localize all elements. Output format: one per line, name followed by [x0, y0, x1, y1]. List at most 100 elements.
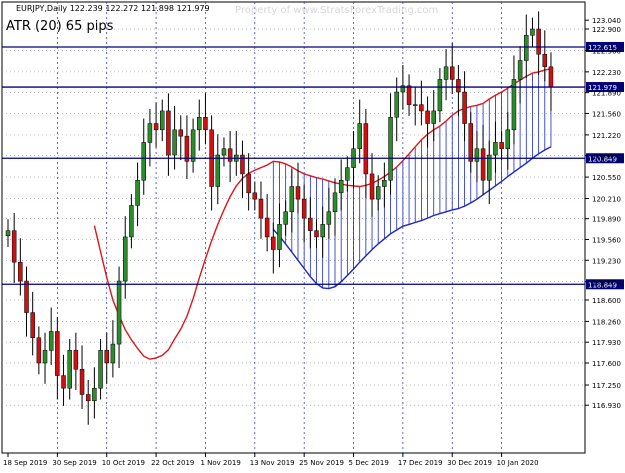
candle-body — [536, 28, 541, 55]
candle-body — [412, 104, 418, 106]
y-tick-label: 122.230 — [592, 69, 621, 77]
candle-body — [369, 173, 375, 200]
candle-body — [277, 224, 282, 250]
candle-body — [5, 230, 11, 236]
y-tick-label: 119.560 — [592, 236, 621, 244]
candle-body — [104, 350, 109, 364]
candle-body — [73, 350, 79, 370]
candle-body — [419, 104, 424, 112]
y-tick-label: 122.560 — [592, 47, 621, 55]
candle-body — [295, 186, 301, 200]
candle-body — [42, 350, 48, 364]
candle-body — [388, 116, 393, 181]
y-tick-label: 120.550 — [592, 174, 621, 182]
candle-body — [18, 261, 23, 282]
y-tick-label: 120.210 — [592, 196, 621, 204]
y-tick-label: 120.890 — [592, 153, 621, 161]
candle-body — [135, 179, 140, 206]
candle-body — [197, 116, 202, 131]
candle-body — [36, 337, 42, 364]
x-tick-label: 30 Dec 2019 — [447, 459, 492, 467]
x-tick-label: 22 Oct 2019 — [151, 459, 194, 467]
candle-body — [141, 142, 146, 181]
candle-body — [332, 192, 338, 213]
candle-body — [301, 198, 307, 219]
candle-body — [375, 186, 381, 200]
y-tick-label: 121.890 — [592, 90, 621, 98]
watermark: Property of www.StratsForexTrading.com — [235, 5, 438, 16]
y-tick-label: 117.930 — [592, 339, 621, 347]
candle-body — [110, 343, 116, 364]
y-tick-label: 119.230 — [592, 257, 621, 265]
candle-body — [147, 123, 153, 143]
candle-body — [406, 85, 412, 105]
candle-body — [505, 129, 511, 149]
y-tick-label: 121.560 — [592, 110, 621, 118]
candle-body — [61, 375, 66, 389]
x-tick-label: 18 Sep 2019 — [3, 459, 47, 467]
x-tick-label: 10 Jan 2020 — [497, 459, 539, 467]
y-tick-label: 119.890 — [592, 216, 621, 224]
candle-body — [190, 129, 196, 162]
candle-body — [326, 211, 332, 225]
candle-body — [357, 123, 362, 149]
candle-body — [345, 167, 350, 181]
candle-body — [530, 28, 535, 36]
y-tick-label: 117.250 — [592, 382, 621, 390]
candle-body — [283, 211, 288, 225]
candle-body — [178, 129, 184, 137]
candle-body — [246, 173, 251, 194]
chart-root: 122.615 121.979 120.849 118.849 116.930 117.… — [0, 0, 625, 469]
y-tick-label: 123.040 — [592, 17, 621, 25]
candle-body — [456, 79, 461, 93]
x-tick-label: 13 Nov 2019 — [250, 459, 295, 467]
atr-annotation: ATR (20) 65 pips — [6, 19, 114, 34]
candle-body — [122, 236, 128, 282]
candle-body — [308, 217, 313, 231]
candle-body — [11, 230, 17, 263]
candle-body — [437, 79, 443, 112]
candle-body — [160, 110, 165, 131]
candle-body — [215, 154, 221, 187]
candle-body — [289, 186, 295, 213]
candle-body — [24, 280, 29, 313]
candle-body — [394, 91, 399, 118]
candle-body — [67, 350, 72, 389]
candle-body — [338, 179, 344, 194]
x-tick-label: 5 Dec 2019 — [349, 459, 389, 467]
candle-body — [499, 142, 504, 149]
candle-body — [548, 66, 554, 88]
candle-body — [55, 331, 60, 376]
candle-body — [271, 236, 276, 250]
candle-body — [542, 53, 548, 68]
y-tick-label: 116.930 — [592, 402, 621, 410]
candle-body — [480, 148, 486, 181]
candle-body — [468, 123, 473, 162]
candle-body — [524, 35, 529, 61]
candle-body — [153, 123, 159, 131]
y-tick-label: 118.600 — [592, 297, 621, 305]
candle-body — [264, 217, 270, 238]
candle-body — [493, 142, 498, 156]
price-chart: 122.615121.979120.849118.849 116.930117.… — [0, 0, 625, 469]
candle-body — [129, 205, 134, 238]
candle-body — [116, 280, 122, 345]
symbol-header: EURJPY,Daily 122.239 122.272 121.898 121… — [16, 4, 210, 13]
candle-body — [258, 198, 264, 219]
candle-body — [30, 312, 35, 339]
candle-body — [252, 192, 258, 200]
y-tick-label: 118.260 — [592, 318, 621, 326]
candle-body — [166, 110, 171, 156]
x-tick-label: 10 Oct 2019 — [102, 459, 145, 467]
candle-body — [85, 394, 91, 402]
y-tick-label: 122.900 — [592, 26, 621, 34]
x-tick-label: 17 Dec 2019 — [398, 459, 443, 467]
candle-body — [320, 224, 325, 238]
candle-body — [314, 230, 319, 238]
candle-body — [449, 66, 455, 80]
candle-body — [425, 110, 430, 124]
candle-body — [431, 110, 436, 124]
candle-body — [79, 369, 85, 395]
candle-body — [363, 123, 369, 175]
candle-body — [48, 331, 54, 351]
